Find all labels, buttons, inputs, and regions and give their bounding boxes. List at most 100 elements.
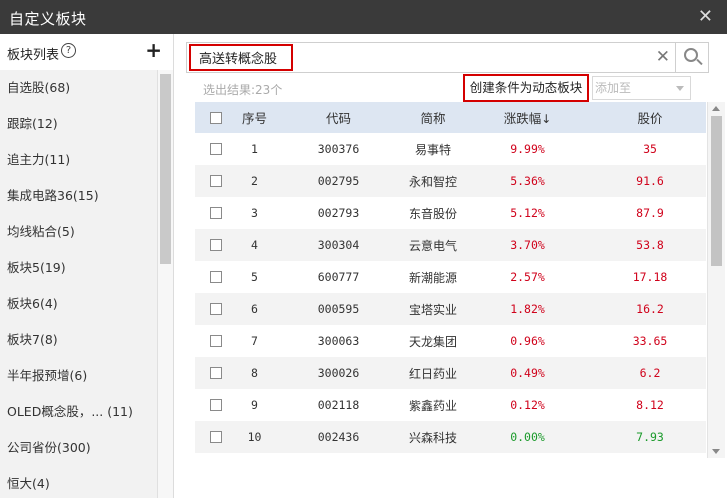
row-price: 33.65 (632, 334, 668, 348)
table-row[interactable]: 5 600777 新潮能源 2.57% 17.18 (195, 261, 706, 293)
sort-desc-icon: ↓ (541, 112, 552, 126)
row-seq: 9 (251, 398, 258, 412)
title-bar: 自定义板块 ✕ (0, 0, 727, 34)
row-checkbox[interactable] (210, 431, 222, 443)
row-price: 53.8 (636, 238, 664, 252)
results-table: 序号 代码 简称 涨跌幅↓ 股价 1 300376 易事特 9.99% 35 2 00279… (195, 102, 706, 453)
result-count: 选出结果:23个 (203, 83, 283, 97)
row-price: 91.6 (636, 174, 664, 188)
search-input[interactable] (189, 44, 293, 71)
table-row[interactable]: 1 300376 易事特 9.99% 35 (195, 133, 706, 165)
header-seq[interactable]: 序号 (237, 108, 272, 127)
add-to-dropdown[interactable]: 添加至 (592, 76, 691, 100)
clear-icon[interactable]: ✕ (656, 47, 670, 67)
row-checkbox[interactable] (210, 175, 222, 187)
scroll-up-icon[interactable] (712, 106, 720, 111)
row-checkbox[interactable] (210, 303, 222, 315)
chevron-down-icon (676, 86, 684, 91)
row-price: 35 (643, 142, 657, 156)
row-seq: 8 (251, 366, 258, 380)
row-code: 300304 (317, 238, 360, 252)
row-checkbox[interactable] (210, 271, 222, 283)
table-row[interactable]: 4 300304 云意电气 3.70% 53.8 (195, 229, 706, 261)
row-seq: 10 (247, 430, 262, 444)
row-seq: 1 (251, 142, 258, 156)
sidebar-item[interactable]: 板块6(4) (0, 286, 158, 322)
row-change: 0.00% (510, 430, 545, 444)
header-name[interactable]: 简称 (405, 108, 461, 127)
row-name: 东音股份 (408, 206, 457, 221)
row-code: 002795 (317, 174, 360, 188)
sidebar-scrollbar[interactable] (157, 70, 173, 498)
sidebar-item[interactable]: 半年报预增(6) (0, 358, 158, 394)
sidebar-item[interactable]: 跟踪(12) (0, 106, 158, 142)
header-change[interactable]: 涨跌幅↓ (461, 108, 594, 127)
scroll-down-icon[interactable] (712, 449, 720, 454)
sidebar-item[interactable]: 恒大(4) (0, 466, 158, 498)
row-change: 3.70% (510, 238, 545, 252)
row-name: 紫鑫药业 (408, 398, 457, 413)
row-code: 000595 (317, 302, 360, 316)
table-row[interactable]: 8 300026 红日药业 0.49% 6.2 (195, 357, 706, 389)
row-code: 300376 (317, 142, 360, 156)
row-change: 2.57% (510, 270, 545, 284)
table-scrollbar[interactable] (707, 102, 725, 458)
sidebar-item[interactable]: 集成电路36(15) (0, 178, 158, 214)
row-name: 云意电气 (408, 238, 457, 253)
sidebar-item[interactable]: 自选股(68) (0, 70, 158, 106)
row-name: 永和智控 (408, 174, 457, 189)
row-name: 易事特 (414, 142, 451, 157)
row-price: 7.93 (636, 430, 664, 444)
row-checkbox[interactable] (210, 399, 222, 411)
sidebar: 板块列表 ? + 自选股(68) 跟踪(12) 追主力(11) 集成电路36(1… (0, 34, 174, 498)
header-code[interactable]: 代码 (272, 108, 405, 127)
close-icon[interactable]: ✕ (698, 6, 713, 27)
row-seq: 2 (251, 174, 258, 188)
row-checkbox[interactable] (210, 143, 222, 155)
table-scroll-thumb[interactable] (711, 116, 722, 266)
table-row[interactable]: 10 002436 兴森科技 0.00% 7.93 (195, 421, 706, 453)
row-checkbox[interactable] (210, 367, 222, 379)
table-row[interactable]: 9 002118 紫鑫药业 0.12% 8.12 (195, 389, 706, 421)
row-code: 002436 (317, 430, 360, 444)
table-row[interactable]: 7 300063 天龙集团 0.96% 33.65 (195, 325, 706, 357)
table-row[interactable]: 2 002795 永和智控 5.36% 91.6 (195, 165, 706, 197)
sidebar-header: 板块列表 ? + (0, 34, 173, 70)
row-checkbox[interactable] (210, 239, 222, 251)
row-price: 8.12 (636, 398, 664, 412)
create-dynamic-block-button[interactable]: 创建条件为动态板块 (463, 74, 589, 102)
table-row[interactable]: 3 002793 东音股份 5.12% 87.9 (195, 197, 706, 229)
row-name: 天龙集团 (408, 334, 457, 349)
table-row[interactable]: 6 000595 宝塔实业 1.82% 16.2 (195, 293, 706, 325)
sidebar-scroll-thumb[interactable] (160, 74, 171, 264)
row-change: 1.82% (510, 302, 545, 316)
add-block-button[interactable]: + (145, 38, 162, 62)
select-all-checkbox[interactable] (210, 111, 222, 124)
row-checkbox[interactable] (210, 335, 222, 347)
table-header: 序号 代码 简称 涨跌幅↓ 股价 (195, 102, 706, 133)
row-code: 002793 (317, 206, 360, 220)
sidebar-title: 板块列表 (7, 48, 60, 63)
sidebar-item[interactable]: 板块5(19) (0, 250, 158, 286)
row-change: 0.96% (510, 334, 545, 348)
help-icon[interactable]: ? (61, 43, 76, 58)
add-to-label: 添加至 (595, 81, 632, 95)
search-box: ✕ (186, 42, 709, 73)
row-seq: 3 (251, 206, 258, 220)
sidebar-item[interactable]: OLED概念股，... (11) (0, 394, 158, 430)
search-button[interactable] (675, 43, 708, 72)
sidebar-item[interactable]: 板块7(8) (0, 322, 158, 358)
row-seq: 5 (251, 270, 258, 284)
sidebar-item[interactable]: 公司省份(300) (0, 430, 158, 466)
row-change: 5.12% (510, 206, 545, 220)
sidebar-item[interactable]: 均线粘合(5) (0, 214, 158, 250)
header-change-label: 涨跌幅 (503, 111, 542, 126)
row-code: 300026 (317, 366, 360, 380)
sidebar-item[interactable]: 追主力(11) (0, 142, 158, 178)
row-name: 宝塔实业 (408, 302, 457, 317)
row-name: 兴森科技 (408, 430, 457, 445)
row-checkbox[interactable] (210, 207, 222, 219)
header-price[interactable]: 股价 (594, 108, 706, 127)
block-list: 自选股(68) 跟踪(12) 追主力(11) 集成电路36(15) 均线粘合(5… (0, 70, 158, 498)
row-price: 6.2 (639, 366, 661, 380)
